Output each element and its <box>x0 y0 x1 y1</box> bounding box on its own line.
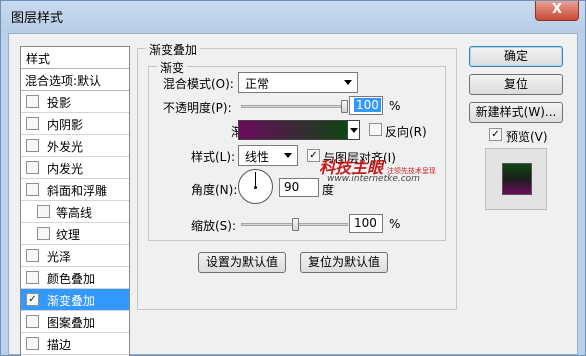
dialog-body: 样式 混合选项:默认 投影内阴影外发光内发光斜面和浮雕等高线纹理光泽颜色叠加 ✓ 渐… <box>8 33 578 356</box>
scale-slider[interactable] <box>241 218 348 231</box>
style-item-checkbox[interactable] <box>26 139 39 152</box>
opacity-label: 不透明度(P): <box>163 101 232 115</box>
reverse-label: 反向(R) <box>385 125 427 139</box>
angle-input[interactable]: 90 <box>279 178 319 197</box>
preview-thumbnail <box>485 148 547 210</box>
style-item[interactable]: ✓ 渐变叠加 <box>21 289 129 311</box>
gradient-inner-title: 渐变 <box>157 59 188 76</box>
blend-mode-label: 混合模式(O): <box>163 77 234 91</box>
opacity-input[interactable]: 100 <box>349 96 383 115</box>
style-item-checkbox[interactable] <box>26 183 39 196</box>
blending-options-item[interactable]: 混合选项:默认 <box>21 69 129 91</box>
opacity-slider[interactable] <box>241 100 348 113</box>
style-item-label: 斜面和浮雕 <box>47 184 108 198</box>
chevron-down-icon <box>284 153 292 158</box>
style-item-checkbox[interactable] <box>26 117 39 130</box>
scale-percent: % <box>389 217 401 231</box>
layer-style-dialog: 图层样式 X 样式 混合选项:默认 投影内阴影外发光内发光斜面和浮雕等高线纹理光… <box>0 0 586 356</box>
opacity-percent: % <box>389 99 401 113</box>
blend-mode-select[interactable]: 正常 <box>238 72 358 93</box>
style-item[interactable]: 投影 <box>21 91 129 113</box>
gradient-overlay-title: 渐变叠加 <box>146 41 201 58</box>
style-item[interactable]: 描边 <box>21 333 129 355</box>
chevron-down-icon <box>350 128 358 133</box>
style-label: 样式(L): <box>191 150 236 164</box>
reset-button[interactable]: 复位 <box>469 74 563 95</box>
scale-label: 缩放(S): <box>191 219 237 233</box>
gradient-picker[interactable] <box>238 120 360 140</box>
style-item-label: 等高线 <box>56 206 93 220</box>
preview-label: 预览(V) <box>506 130 548 144</box>
opacity-slider-thumb[interactable] <box>341 100 348 113</box>
style-item-label: 描边 <box>47 338 72 352</box>
style-item-label: 内发光 <box>47 162 84 176</box>
close-button[interactable]: X <box>535 1 579 21</box>
style-item[interactable]: 斜面和浮雕 <box>21 179 129 201</box>
window-title: 图层样式 <box>11 11 64 26</box>
style-item-label: 外发光 <box>47 140 84 154</box>
watermark-url: www.internetke.com <box>327 174 420 184</box>
styles-list: 样式 混合选项:默认 投影内阴影外发光内发光斜面和浮雕等高线纹理光泽颜色叠加 ✓ 渐… <box>20 46 130 356</box>
style-item-label: 渐变叠加 <box>47 294 96 308</box>
angle-value: 90 <box>284 180 300 194</box>
style-item-label: 光泽 <box>47 250 72 264</box>
angle-dial-center <box>254 186 257 189</box>
make-default-button[interactable]: 设置为默认值 <box>198 252 286 273</box>
style-item[interactable]: 外发光 <box>21 135 129 157</box>
style-item-label: 颜色叠加 <box>47 272 96 286</box>
title-bar[interactable]: 图层样式 X <box>1 1 585 33</box>
style-item-checkbox[interactable] <box>37 227 50 240</box>
new-style-button[interactable]: 新建样式(W)... <box>469 102 563 123</box>
style-item[interactable]: 等高线 <box>21 201 129 223</box>
style-item[interactable]: 内发光 <box>21 157 129 179</box>
styles-header[interactable]: 样式 <box>21 47 129 69</box>
reverse-checkbox[interactable] <box>369 123 382 136</box>
preview-checkbox[interactable]: ✓ <box>489 128 502 141</box>
reset-to-default-button[interactable]: 复位为默认值 <box>300 252 388 273</box>
style-item-checkbox[interactable] <box>26 315 39 328</box>
scale-input[interactable]: 100 <box>349 214 383 233</box>
style-item[interactable]: 内阴影 <box>21 113 129 135</box>
style-item-label: 图案叠加 <box>47 316 96 330</box>
angle-label: 角度(N): <box>191 183 238 197</box>
gradient-dropdown[interactable] <box>347 121 359 139</box>
style-item[interactable]: 光泽 <box>21 245 129 267</box>
style-item-checkbox[interactable] <box>26 161 39 174</box>
scale-value: 100 <box>354 216 377 230</box>
style-item-checkbox[interactable] <box>26 95 39 108</box>
style-item-checkbox[interactable] <box>26 249 39 262</box>
style-item[interactable]: 颜色叠加 <box>21 267 129 289</box>
preview-swatch <box>502 163 532 195</box>
style-select[interactable]: 线性 <box>238 145 298 166</box>
ok-button[interactable]: 确定 <box>469 46 563 67</box>
style-item-label: 纹理 <box>56 228 81 242</box>
style-item-checkbox[interactable] <box>26 337 39 350</box>
style-item[interactable]: 纹理 <box>21 223 129 245</box>
style-value: 线性 <box>245 150 270 164</box>
style-item-label: 投影 <box>47 96 72 110</box>
style-item-checkbox[interactable] <box>26 271 39 284</box>
style-item-checkbox[interactable] <box>37 205 50 218</box>
scale-slider-thumb[interactable] <box>291 218 299 231</box>
chevron-down-icon <box>344 80 352 85</box>
style-item-checkbox[interactable]: ✓ <box>26 293 39 306</box>
opacity-value: 100 <box>354 98 381 112</box>
style-item[interactable]: 图案叠加 <box>21 311 129 333</box>
angle-dial[interactable] <box>238 169 273 204</box>
style-item-label: 内阴影 <box>47 118 84 132</box>
blend-mode-value: 正常 <box>245 77 270 91</box>
gradient-swatch[interactable] <box>239 121 347 139</box>
